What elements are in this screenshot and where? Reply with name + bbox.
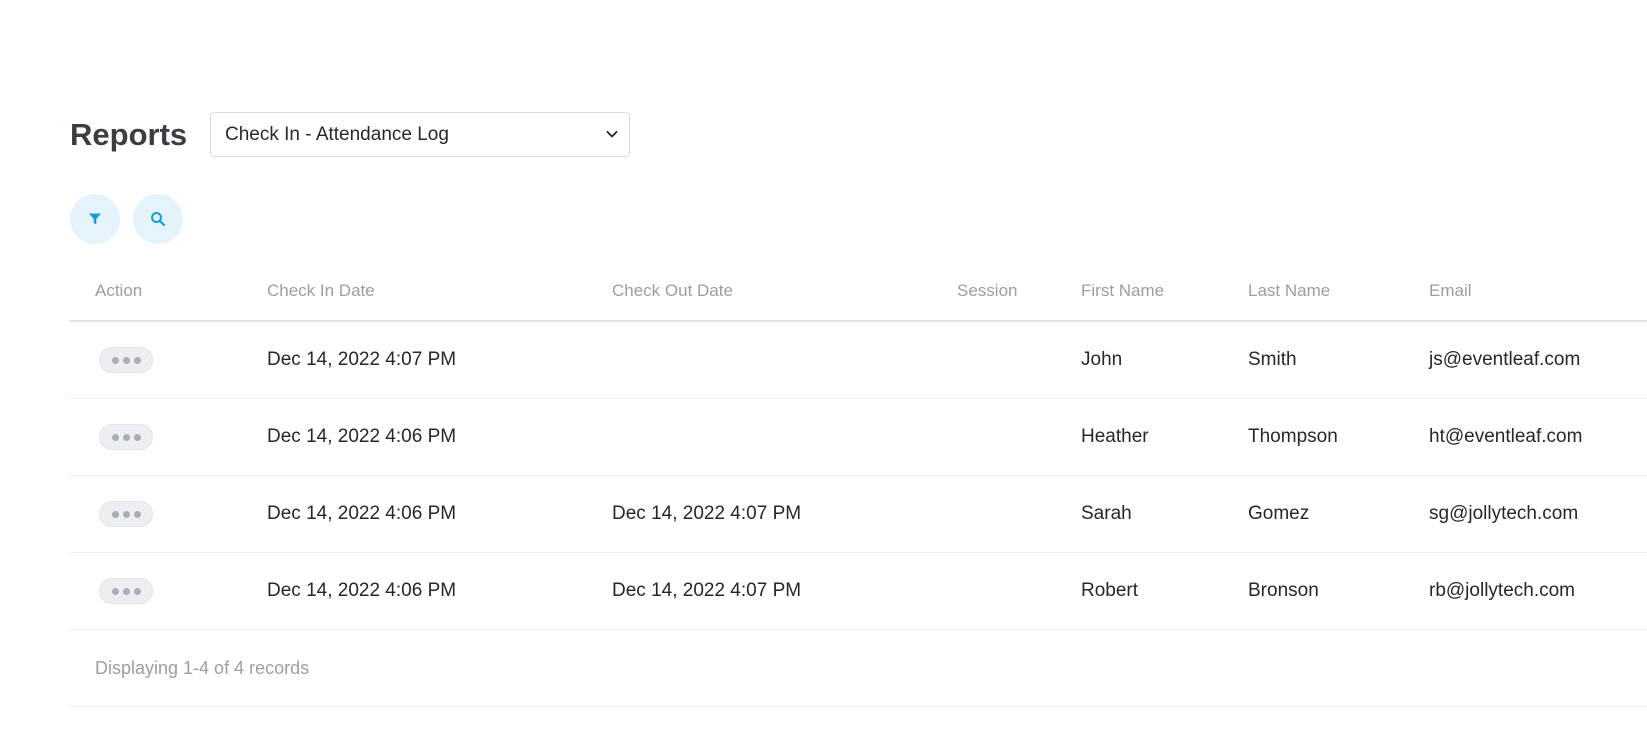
dot — [133, 356, 141, 364]
cell-email: js@eventleaf.com — [1429, 321, 1647, 399]
report-select-value: Check In - Attendance Log — [225, 123, 449, 145]
table-row: Dec 14, 2022 4:06 PM Dec 14, 2022 4:07 P… — [69, 552, 1647, 630]
table-row: Dec 14, 2022 4:07 PM John Smith js@event… — [69, 321, 1647, 399]
cell-session — [957, 321, 1081, 399]
column-header-check-in-date[interactable]: Check In Date — [267, 262, 612, 322]
cell-check-in-date: Dec 14, 2022 4:07 PM — [267, 321, 612, 399]
dot — [122, 587, 130, 595]
page-title: Reports — [70, 116, 188, 152]
cell-last-name: Thompson — [1248, 398, 1429, 476]
row-actions-button[interactable] — [99, 347, 153, 373]
report-table: Action Check In Date Check Out Date Sess… — [69, 262, 1647, 707]
cell-check-out-date — [612, 321, 957, 399]
dot — [122, 510, 130, 518]
cell-email: rb@jollytech.com — [1429, 552, 1647, 630]
cell-email: ht@eventleaf.com — [1429, 398, 1647, 476]
dot — [122, 433, 130, 441]
table-row: Dec 14, 2022 4:06 PM Heather Thompson ht… — [69, 398, 1647, 476]
cell-session — [957, 398, 1081, 476]
chevron-down-icon — [606, 131, 618, 138]
records-count: Displaying 1-4 of 4 records — [69, 629, 1647, 707]
dot — [133, 433, 141, 441]
filter-button[interactable] — [70, 194, 120, 244]
column-header-email[interactable]: Email — [1429, 262, 1647, 322]
search-icon — [151, 212, 166, 227]
cell-first-name: John — [1081, 321, 1248, 399]
toolbar — [70, 194, 183, 244]
cell-check-in-date: Dec 14, 2022 4:06 PM — [267, 398, 612, 476]
row-actions-button[interactable] — [99, 578, 153, 604]
cell-last-name: Gomez — [1248, 475, 1429, 553]
dot — [122, 356, 130, 364]
cell-first-name: Robert — [1081, 552, 1248, 630]
table-header-row: Action Check In Date Check Out Date Sess… — [69, 262, 1647, 322]
search-button[interactable] — [133, 194, 183, 244]
cell-last-name: Bronson — [1248, 552, 1429, 630]
cell-last-name: Smith — [1248, 321, 1429, 399]
page-header: Reports Check In - Attendance Log — [70, 112, 630, 157]
dot — [133, 510, 141, 518]
cell-email: sg@jollytech.com — [1429, 475, 1647, 553]
cell-session — [957, 552, 1081, 630]
report-type-select[interactable]: Check In - Attendance Log — [210, 112, 630, 157]
row-actions-button[interactable] — [99, 501, 153, 527]
dot — [111, 356, 119, 364]
filter-icon — [89, 213, 101, 225]
dot — [111, 433, 119, 441]
cell-check-out-date — [612, 398, 957, 476]
column-header-check-out-date[interactable]: Check Out Date — [612, 262, 957, 322]
cell-check-out-date: Dec 14, 2022 4:07 PM — [612, 475, 957, 553]
row-actions-button[interactable] — [99, 424, 153, 450]
report-table-container: Action Check In Date Check Out Date Sess… — [69, 262, 1647, 707]
table-footer-row: Displaying 1-4 of 4 records — [69, 629, 1647, 707]
cell-first-name: Heather — [1081, 398, 1248, 476]
dot — [111, 587, 119, 595]
cell-first-name: Sarah — [1081, 475, 1248, 553]
cell-check-in-date: Dec 14, 2022 4:06 PM — [267, 475, 612, 553]
column-header-first-name[interactable]: First Name — [1081, 262, 1248, 322]
cell-session — [957, 475, 1081, 553]
cell-check-in-date: Dec 14, 2022 4:06 PM — [267, 552, 612, 630]
dot — [133, 587, 141, 595]
cell-check-out-date: Dec 14, 2022 4:07 PM — [612, 552, 957, 630]
column-header-last-name[interactable]: Last Name — [1248, 262, 1429, 322]
table-row: Dec 14, 2022 4:06 PM Dec 14, 2022 4:07 P… — [69, 475, 1647, 553]
dot — [111, 510, 119, 518]
column-header-session[interactable]: Session — [957, 262, 1081, 322]
column-header-action[interactable]: Action — [69, 262, 267, 322]
